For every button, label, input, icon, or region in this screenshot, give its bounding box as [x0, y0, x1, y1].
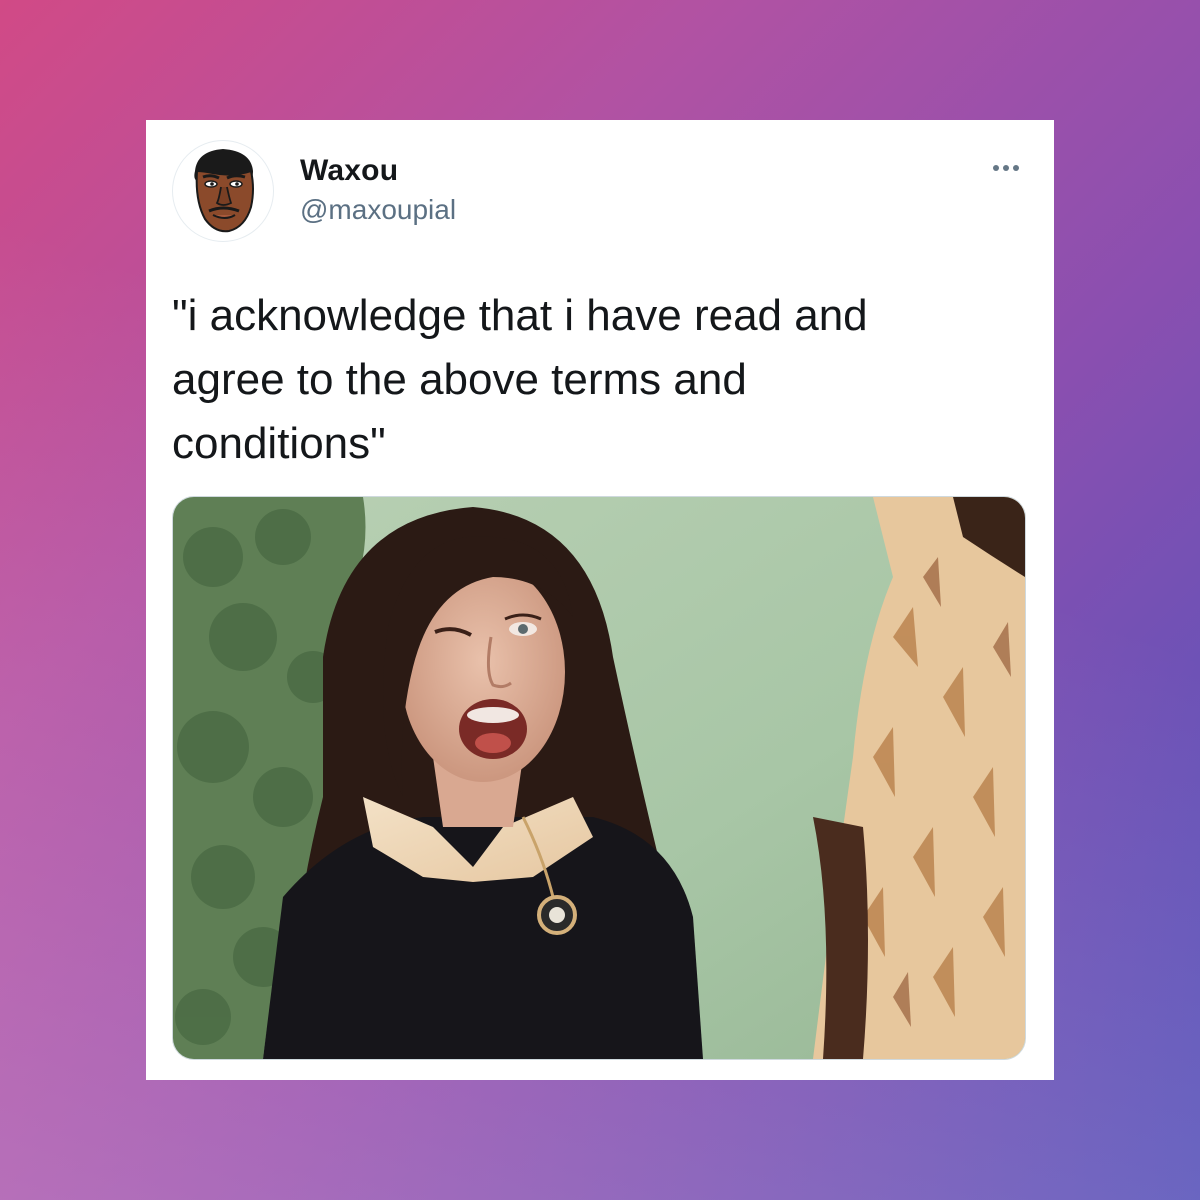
- more-dot: [1013, 165, 1019, 171]
- tweet-card: Waxou @maxoupial "i acknowledge that i h…: [146, 120, 1054, 1080]
- meme-photo: [173, 497, 1025, 1059]
- user-handle[interactable]: @maxoupial: [300, 194, 456, 226]
- avatar[interactable]: [172, 140, 274, 242]
- tweet-media-image[interactable]: [172, 496, 1026, 1060]
- more-dot: [993, 165, 999, 171]
- more-dot: [1003, 165, 1009, 171]
- cartoon-face-icon: [194, 149, 254, 233]
- more-horizontal-icon[interactable]: [986, 156, 1026, 180]
- tweet-text: "i acknowledge that i have read and agre…: [172, 291, 868, 468]
- display-name[interactable]: Waxou: [300, 154, 398, 188]
